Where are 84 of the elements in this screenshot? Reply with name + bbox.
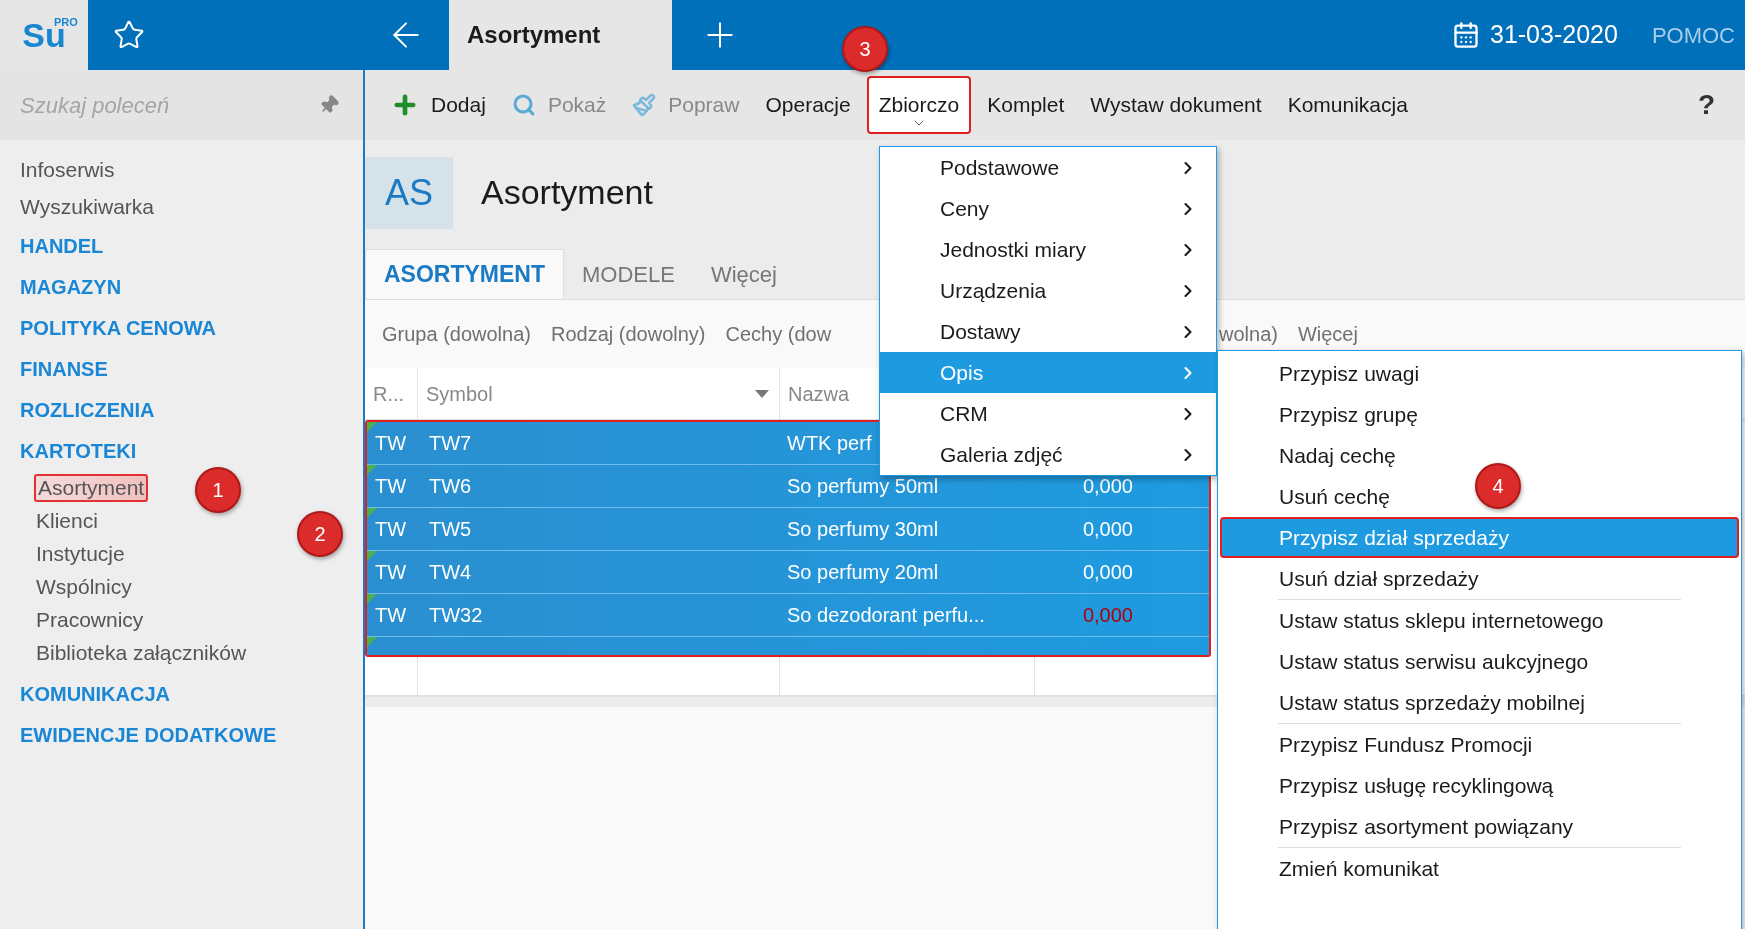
menu-item[interactable]: Przypisz grupę xyxy=(1279,398,1418,431)
filter-link[interactable]: Więcej xyxy=(1297,319,1358,349)
table-cell-text: TW xyxy=(374,474,408,499)
menu-item[interactable]: Dostawy xyxy=(880,311,1216,352)
nav-link[interactable]: Infoserwis xyxy=(20,153,115,186)
nav-item[interactable]: Wspólnicy xyxy=(34,570,134,603)
star-icon xyxy=(113,19,145,51)
brush-icon xyxy=(632,93,657,117)
section-link[interactable]: KARTOTEKI xyxy=(20,435,137,466)
toolbar-button[interactable]: Wystaw dokument xyxy=(1080,76,1272,134)
table-cell-text: So perfumy 30ml xyxy=(787,517,939,542)
menu-item[interactable]: Usuń dział sprzedaży xyxy=(1279,562,1479,595)
table-cell-text: TW6 xyxy=(428,474,473,499)
open-tab[interactable]: Asortyment xyxy=(449,0,672,70)
date-text: 31-03-2020 xyxy=(1490,19,1618,51)
page-title: Asortyment xyxy=(481,172,653,213)
filter-link[interactable]: wolna) xyxy=(1219,319,1278,349)
filter-link[interactable]: Grupa (dowolna) xyxy=(382,319,531,349)
table-cell-text: TW32 xyxy=(428,603,484,628)
table-cell-text: TW xyxy=(374,517,408,542)
table-cell-text: TW5 xyxy=(428,517,473,542)
menu-item[interactable]: Przypisz uwagi xyxy=(1279,357,1420,390)
table-cell-text: TW4 xyxy=(428,560,473,585)
table-cell-text: 0,000 xyxy=(1081,560,1133,585)
section-link[interactable]: EWIDENCJE DODATKOWE xyxy=(20,719,277,750)
nav-item[interactable]: Asortyment xyxy=(34,473,149,502)
toolbar-button[interactable]: Dodaj xyxy=(381,76,496,134)
table-cell-text: WTK perf xyxy=(787,431,872,456)
menu-item[interactable]: Przypisz usługę recyklingową xyxy=(1279,769,1554,802)
search-field[interactable]: Szukaj poleceń xyxy=(0,70,363,140)
menu-item[interactable]: Ustaw status sklepu internetowego xyxy=(1279,604,1604,637)
calendar-icon xyxy=(1452,21,1480,49)
section-link[interactable]: POLITYKA CENOWA xyxy=(20,312,216,343)
nav-item[interactable]: Klienci xyxy=(34,504,100,537)
column-header[interactable]: Symbol xyxy=(418,368,780,419)
toolbar-button[interactable]: Komplet xyxy=(977,76,1075,134)
section-link[interactable]: FINANSE xyxy=(20,353,108,384)
table-cell-text: TW xyxy=(374,603,408,628)
nav-item[interactable]: Pracownicy xyxy=(34,603,146,636)
table-cell-text: TW7 xyxy=(428,431,473,456)
menu-item[interactable]: Przypisz Fundusz Promocji xyxy=(1279,728,1533,761)
menu-item[interactable]: Ceny xyxy=(880,188,1216,229)
section-link[interactable]: KOMUNIKACJA xyxy=(20,678,170,709)
filter-link[interactable]: Cechy (dow xyxy=(725,319,832,349)
table-cell-text: So dezodorant perfu... xyxy=(787,603,985,628)
nav-item[interactable]: Biblioteka załączników xyxy=(34,636,249,669)
table-cell-text: TW xyxy=(374,560,408,585)
tab[interactable]: MODELE xyxy=(564,249,693,299)
menu-item[interactable]: Ustaw status sprzedaży mobilnej xyxy=(1279,686,1585,719)
menu-item[interactable]: Zmień komunikat xyxy=(1279,852,1439,885)
section-link[interactable]: ROZLICZENIA xyxy=(20,394,155,425)
menu-item[interactable]: Podstawowe xyxy=(880,147,1216,188)
menu-item[interactable]: Urządzenia xyxy=(880,270,1216,311)
menu-item[interactable]: Ustaw status serwisu aukcyjnego xyxy=(1279,645,1589,678)
tab[interactable]: Więcej xyxy=(692,249,795,299)
table-cell-text: 0,000 xyxy=(1081,474,1133,499)
module-badge: AS xyxy=(365,156,453,229)
search-input[interactable]: Szukaj poleceń xyxy=(20,88,319,122)
filter-link[interactable]: Rodzaj (dowolny) xyxy=(550,319,706,349)
menu-item[interactable]: Przypisz asortyment powiązany xyxy=(1279,810,1574,843)
search-icon xyxy=(511,93,536,117)
table-cell-text: 0,000 xyxy=(1081,517,1133,542)
table-row[interactable]: TW TW32 So dezodorant perfu... 0,000 xyxy=(367,594,1209,637)
help-button[interactable]: ? xyxy=(1697,84,1715,126)
menu-item[interactable]: Nadaj cechę xyxy=(1279,439,1396,472)
table-row[interactable]: TW TW5 So perfumy 30ml 0,000 xyxy=(367,508,1209,551)
table-cell-text: So perfumy 20ml xyxy=(787,560,939,585)
logo: SuPRO xyxy=(0,0,88,70)
menu-item[interactable]: Jednostki miary xyxy=(880,229,1216,270)
row-marker-icon xyxy=(367,422,377,432)
table-cell-text: TW xyxy=(374,431,408,456)
section-link[interactable]: HANDEL xyxy=(20,230,104,261)
table-row[interactable]: TW TW4 So perfumy 20ml 0,000 xyxy=(367,551,1209,594)
nav-link[interactable]: Wyszukiwarka xyxy=(20,190,154,223)
tab[interactable]: ASORTYMENT xyxy=(365,249,564,299)
toolbar-button[interactable]: Operacje xyxy=(755,76,861,134)
section-link[interactable]: MAGAZYN xyxy=(20,271,122,302)
menu-item[interactable]: Usuń cechę xyxy=(1279,480,1390,513)
toolbar-button[interactable]: Zbiorczo xyxy=(866,76,972,134)
table-cell-text: 0,000 xyxy=(1081,603,1133,628)
nav-item[interactable]: Instytucje xyxy=(34,537,127,570)
toolbar-button[interactable]: Komunikacja xyxy=(1277,76,1418,134)
table-cell-text: So perfumy 50ml xyxy=(787,474,939,499)
column-header[interactable]: R... xyxy=(365,368,418,419)
